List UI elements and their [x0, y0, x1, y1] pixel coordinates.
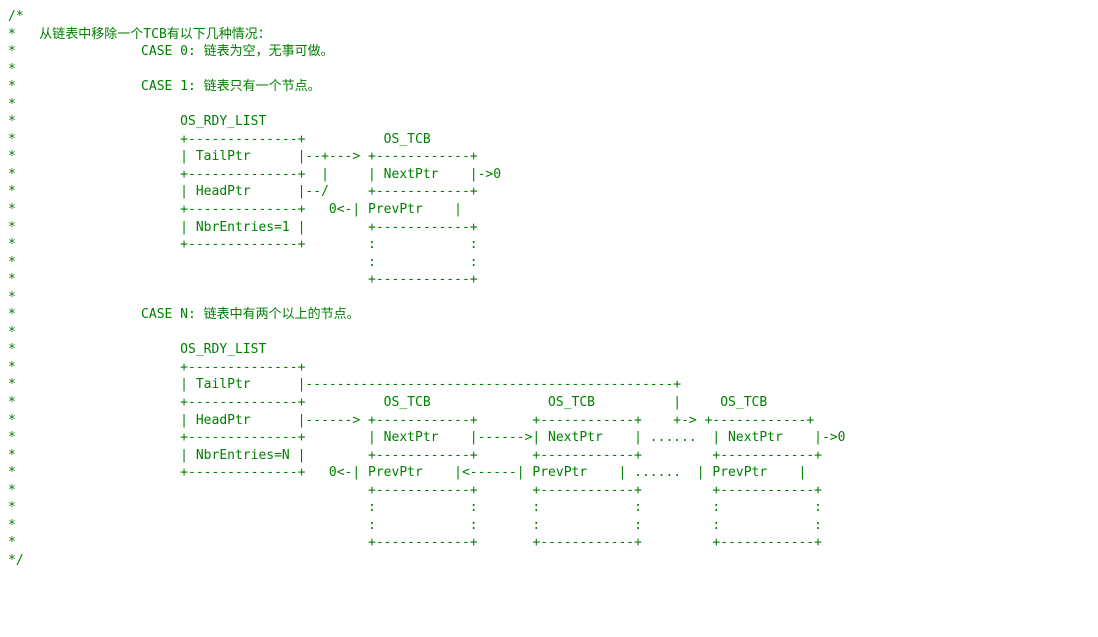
- ascii-diagram: /* * 从链表中移除一个TCB有以下几种情况： * CASE 0: 链表为空，…: [8, 9, 845, 568]
- code-comment-block: /* * 从链表中移除一个TCB有以下几种情况： * CASE 0: 链表为空，…: [8, 8, 1090, 570]
